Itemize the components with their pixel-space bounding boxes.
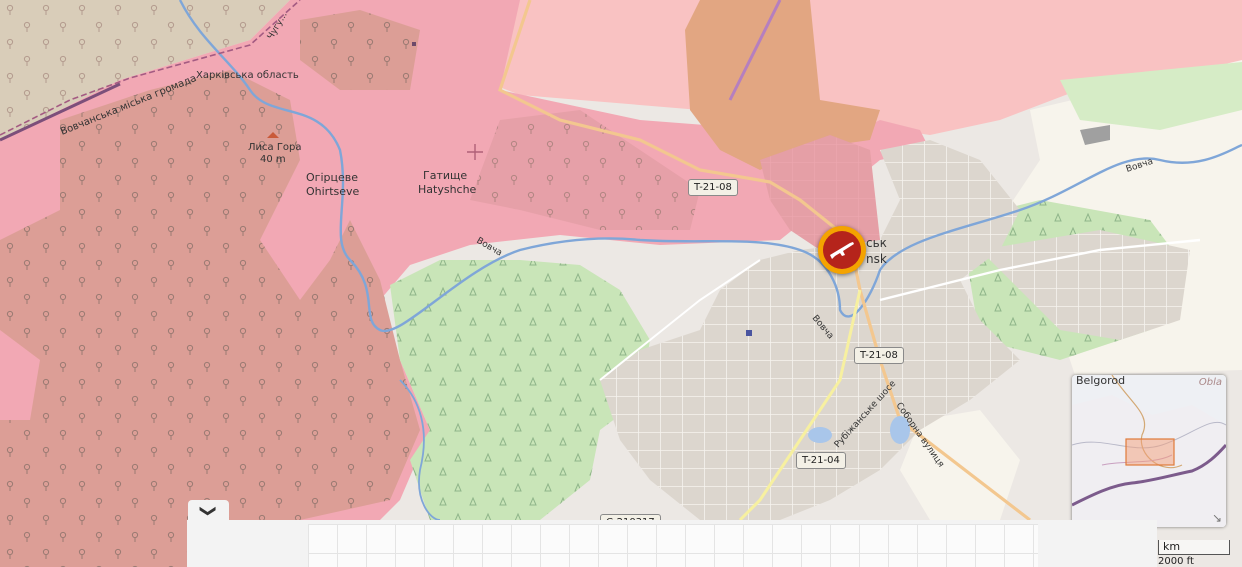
label-hill-elevation: 40 m bbox=[260, 154, 286, 165]
minimap-region-label: Obla bbox=[1198, 377, 1222, 388]
road-shield-t2104: T-21-04 bbox=[796, 452, 846, 469]
label-village1-en: Ohirtseve bbox=[306, 185, 360, 198]
scale-bar-metric: km bbox=[1158, 540, 1230, 555]
label-village1-uk: Огірцеве bbox=[306, 171, 358, 184]
map-canvas[interactable]: Вовчанська міська громада Харківська обл… bbox=[0, 0, 1242, 567]
rifle-icon bbox=[830, 242, 854, 259]
label-village2-en: Hatyshche bbox=[418, 183, 477, 196]
minimap[interactable]: Belgorod Obla ↘ bbox=[1072, 375, 1226, 527]
label-village2-uk: Гатище bbox=[423, 169, 467, 182]
road-shield-t2108-south: T-21-08 bbox=[854, 347, 904, 364]
scale-bar-imperial: 2000 ft bbox=[1158, 556, 1194, 567]
minimap-title: Belgorod bbox=[1076, 375, 1126, 387]
road-shield-t2108-north: T-21-08 bbox=[688, 179, 738, 196]
marker-body bbox=[823, 231, 861, 269]
label-hill-name: Лиса Гора bbox=[248, 142, 302, 153]
minimap-viewport bbox=[1125, 438, 1175, 466]
label-city-en: nsk bbox=[866, 252, 887, 266]
panel-toggle-button[interactable]: ❯ bbox=[188, 500, 229, 522]
expand-icon[interactable]: ↘ bbox=[1212, 511, 1222, 525]
chevron-down-icon: ❯ bbox=[199, 504, 219, 518]
timeline-grid[interactable] bbox=[308, 524, 1038, 567]
label-oblast: Харківська область bbox=[196, 69, 299, 81]
event-marker[interactable] bbox=[818, 226, 866, 274]
minimap-canvas bbox=[1072, 375, 1226, 527]
label-city-uk: ськ bbox=[866, 236, 887, 250]
